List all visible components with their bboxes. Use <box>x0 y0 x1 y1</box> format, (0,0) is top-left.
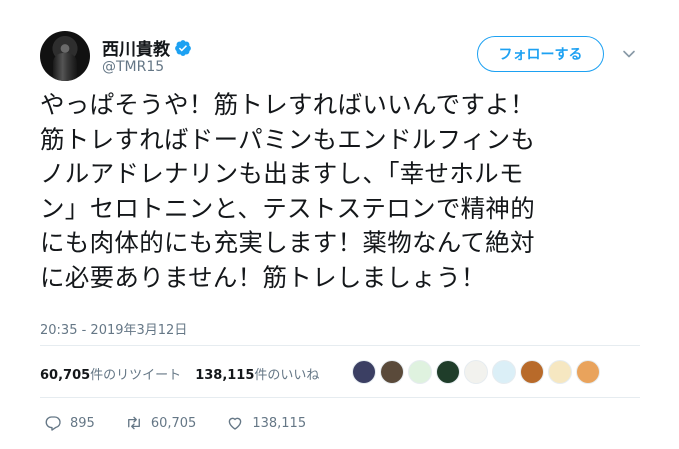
tweet-line: に必要ありません！筋トレしましょう！ <box>40 262 486 292</box>
liker-avatar[interactable] <box>492 360 516 384</box>
reply-button[interactable]: 895 <box>44 414 95 432</box>
liker-avatar[interactable] <box>576 360 600 384</box>
avatar-figure <box>53 53 77 81</box>
user-handle[interactable]: @TMR15 <box>102 59 164 75</box>
display-name[interactable]: 西川貴教 <box>102 35 192 60</box>
retweet-count: 60,705 <box>150 415 197 431</box>
tweet-line: やっぱそうや！筋トレすればいいんですよ！ <box>40 90 535 119</box>
verified-badge-icon <box>175 39 191 56</box>
like-stat-label: 件のいいね <box>254 368 320 383</box>
liker-avatar[interactable] <box>548 360 572 384</box>
engagement-stats: 60,705件のリツイート 138,115件のいいね <box>40 364 319 383</box>
like-stat-count: 138,115 <box>195 368 255 383</box>
tweet-line: にも肉体的にも充実します！薬物なんて絶対 <box>40 228 535 258</box>
tweet-line: ン」セロトニンと、テストステロンで精神的 <box>40 193 536 223</box>
liker-avatar[interactable] <box>436 360 460 384</box>
liker-avatar[interactable] <box>380 360 404 384</box>
reply-icon <box>45 416 61 431</box>
tweet-text: やっぱそうや！筋トレすればいいんですよ！ 筋トレすればドーパミンもエンドルフィン… <box>40 88 660 296</box>
liker-avatar[interactable] <box>352 360 376 384</box>
tweet-actions: 895 60,705 138,115 <box>44 414 336 432</box>
tweet-line: ノルアドレナリンも出ますし、「幸せホルモ <box>40 159 524 189</box>
retweet-stat-count: 60,705 <box>40 368 91 383</box>
tweet-line: 筋トレすればドーパミンもエンドルフィンも <box>40 124 536 154</box>
heart-icon <box>229 417 242 430</box>
retweet-icon <box>127 416 140 430</box>
chevron-down-icon[interactable] <box>622 47 636 61</box>
tweet-timestamp[interactable]: 20:35 - 2019年3月12日 <box>40 319 187 338</box>
divider <box>40 345 640 346</box>
liker-avatars <box>352 360 600 384</box>
follow-button[interactable]: フォローする <box>477 36 604 72</box>
liker-avatar[interactable] <box>520 360 544 384</box>
liker-avatar[interactable] <box>464 360 488 384</box>
divider <box>40 397 640 398</box>
like-stat[interactable]: 138,115件のいいね <box>195 364 319 383</box>
retweet-stat-label: 件のリツイート <box>90 368 182 383</box>
like-button[interactable]: 138,115 <box>226 414 306 432</box>
like-count: 138,115 <box>252 415 307 431</box>
avatar[interactable] <box>40 31 90 81</box>
retweet-stat[interactable]: 60,705件のリツイート <box>40 364 181 383</box>
display-name-text: 西川貴教 <box>102 40 170 60</box>
liker-avatar[interactable] <box>408 360 432 384</box>
retweet-button[interactable]: 60,705 <box>125 414 197 432</box>
reply-count: 895 <box>70 415 95 431</box>
